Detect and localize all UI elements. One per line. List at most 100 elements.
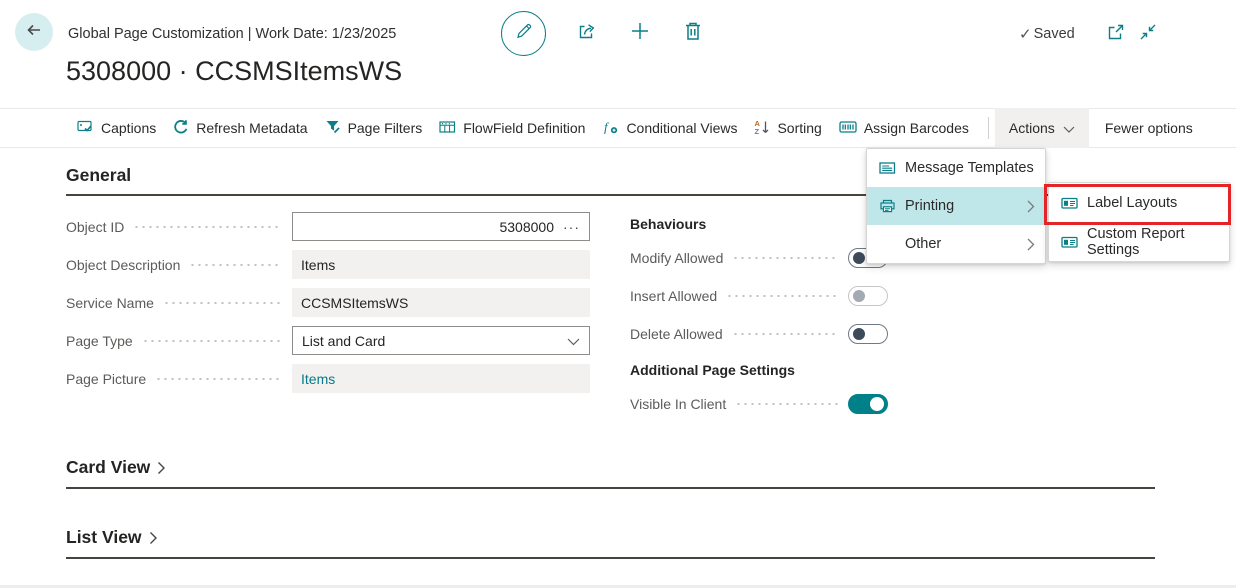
label-layouts-label: Label Layouts bbox=[1087, 195, 1219, 211]
card-view-section-header[interactable]: Card View bbox=[66, 457, 166, 478]
object-id-field[interactable]: 5308000 ··· bbox=[292, 212, 590, 241]
flowfield-definition-label: FlowField Definition bbox=[463, 120, 585, 136]
insert-allowed-label: Insert Allowed bbox=[630, 288, 717, 304]
empty-icon-space bbox=[879, 236, 896, 252]
toggle-knob bbox=[853, 290, 865, 302]
toggle-row-modify-allowed: Modify Allowed bbox=[630, 248, 888, 268]
assign-barcodes-button[interactable]: Assign Barcodes bbox=[839, 108, 969, 148]
toggle-knob bbox=[853, 328, 865, 340]
refresh-icon bbox=[173, 119, 189, 138]
chevron-right-icon bbox=[149, 531, 158, 545]
service-name-field: CCSMSItemsWS bbox=[292, 288, 590, 317]
refresh-metadata-label: Refresh Metadata bbox=[196, 120, 307, 136]
chevron-right-icon bbox=[1027, 238, 1035, 251]
custom-report-settings-icon bbox=[1061, 234, 1078, 250]
message-templates-label: Message Templates bbox=[905, 160, 1035, 176]
captions-label: Captions bbox=[101, 120, 156, 136]
svg-text:Z: Z bbox=[755, 127, 760, 135]
actions-menu-button[interactable]: Actions bbox=[995, 108, 1089, 148]
menu-item-message-templates[interactable]: Message Templates bbox=[867, 149, 1045, 187]
flowfield-definition-button[interactable]: FlowField Definition bbox=[439, 108, 585, 148]
refresh-metadata-button[interactable]: Refresh Metadata bbox=[173, 108, 307, 148]
menu-item-other[interactable]: Other bbox=[867, 225, 1045, 263]
dotted-leader bbox=[732, 257, 838, 259]
chevron-right-icon bbox=[157, 461, 166, 475]
sort-az-icon: AZ bbox=[754, 119, 770, 138]
assist-edit-button[interactable]: ··· bbox=[563, 219, 580, 235]
toggle-knob bbox=[870, 397, 884, 411]
dotted-leader bbox=[142, 340, 282, 342]
share-button[interactable] bbox=[575, 21, 599, 45]
dotted-leader bbox=[133, 226, 282, 228]
actions-label: Actions bbox=[1009, 120, 1055, 136]
field-row-service-name: Service Name CCSMSItemsWS bbox=[66, 288, 590, 317]
chevron-down-icon bbox=[1063, 120, 1075, 136]
visible-in-client-toggle[interactable] bbox=[848, 394, 888, 414]
plus-icon bbox=[629, 20, 651, 47]
toggle-row-delete-allowed: Delete Allowed bbox=[630, 324, 888, 344]
page-filters-button[interactable]: Page Filters bbox=[325, 108, 423, 148]
conditional-views-button[interactable]: f Conditional Views bbox=[602, 108, 737, 148]
menu-item-printing[interactable]: Printing bbox=[867, 187, 1045, 225]
visible-in-client-label: Visible In Client bbox=[630, 396, 726, 412]
edit-button[interactable] bbox=[501, 11, 546, 56]
function-icon: f bbox=[602, 119, 619, 138]
field-row-page-picture: Page Picture Items bbox=[66, 364, 590, 393]
list-view-label: List View bbox=[66, 527, 142, 548]
insert-allowed-toggle[interactable] bbox=[848, 286, 888, 306]
sorting-label: Sorting bbox=[777, 120, 821, 136]
general-section-heading[interactable]: General bbox=[66, 165, 131, 186]
back-button[interactable] bbox=[15, 13, 53, 51]
page-type-label: Page Type bbox=[66, 333, 133, 349]
dotted-leader bbox=[155, 378, 282, 380]
saved-label: Saved bbox=[1034, 26, 1075, 42]
list-view-underline bbox=[66, 557, 1155, 559]
toolbar-separator bbox=[988, 117, 989, 139]
open-in-new-window-button[interactable] bbox=[1106, 22, 1126, 47]
actions-dropdown-menu: Message Templates Printing Other bbox=[866, 148, 1046, 264]
open-window-icon bbox=[1106, 29, 1126, 46]
back-arrow-icon bbox=[25, 21, 43, 44]
additional-page-settings-heading: Additional Page Settings bbox=[630, 362, 888, 378]
check-icon: ✓ bbox=[1019, 25, 1032, 43]
object-description-field: Items bbox=[292, 250, 590, 279]
custom-report-settings-label: Custom Report Settings bbox=[1087, 226, 1219, 258]
dotted-leader bbox=[735, 403, 838, 405]
object-id-value[interactable]: 5308000 bbox=[499, 219, 554, 235]
toggle-row-visible-in-client: Visible In Client bbox=[630, 394, 888, 414]
list-view-section-header[interactable]: List View bbox=[66, 527, 158, 548]
new-button[interactable] bbox=[628, 21, 652, 45]
delete-allowed-toggle[interactable] bbox=[848, 324, 888, 344]
collapse-button[interactable] bbox=[1138, 22, 1158, 47]
field-row-object-id: Object ID 5308000 ··· bbox=[66, 212, 590, 241]
page-picture-field: Items bbox=[292, 364, 590, 393]
barcode-icon bbox=[839, 119, 857, 138]
dotted-leader bbox=[726, 295, 838, 297]
page-filters-label: Page Filters bbox=[348, 120, 423, 136]
captions-button[interactable]: Captions bbox=[77, 108, 156, 148]
page-title: 5308000 · CCSMSItemsWS bbox=[66, 56, 402, 87]
printing-submenu: Label Layouts Custom Report Settings bbox=[1048, 182, 1230, 262]
dotted-leader bbox=[732, 333, 838, 335]
service-name-label: Service Name bbox=[66, 295, 154, 311]
dotted-leader bbox=[189, 264, 282, 266]
chevron-down-icon bbox=[567, 333, 580, 349]
delete-button[interactable] bbox=[681, 21, 705, 45]
submenu-item-label-layouts[interactable]: Label Layouts bbox=[1049, 183, 1229, 222]
general-fields: Object ID 5308000 ··· Object Description… bbox=[66, 212, 590, 402]
svg-text:f: f bbox=[604, 119, 610, 134]
toggle-row-insert-allowed: Insert Allowed bbox=[630, 286, 888, 306]
trash-icon bbox=[683, 20, 703, 47]
page-type-dropdown[interactable]: List and Card bbox=[292, 326, 590, 355]
submenu-item-custom-report-settings[interactable]: Custom Report Settings bbox=[1049, 222, 1229, 261]
field-row-object-description: Object Description Items bbox=[66, 250, 590, 279]
fewer-options-button[interactable]: Fewer options bbox=[1089, 108, 1209, 148]
collapse-arrows-icon bbox=[1138, 29, 1158, 46]
page-picture-value[interactable]: Items bbox=[301, 371, 335, 387]
captions-icon bbox=[77, 119, 94, 138]
object-description-label: Object Description bbox=[66, 257, 180, 273]
sorting-button[interactable]: AZ Sorting bbox=[754, 108, 821, 148]
other-label: Other bbox=[905, 236, 1021, 252]
save-status: ✓ Saved bbox=[1019, 25, 1075, 43]
page-picture-label: Page Picture bbox=[66, 371, 146, 387]
